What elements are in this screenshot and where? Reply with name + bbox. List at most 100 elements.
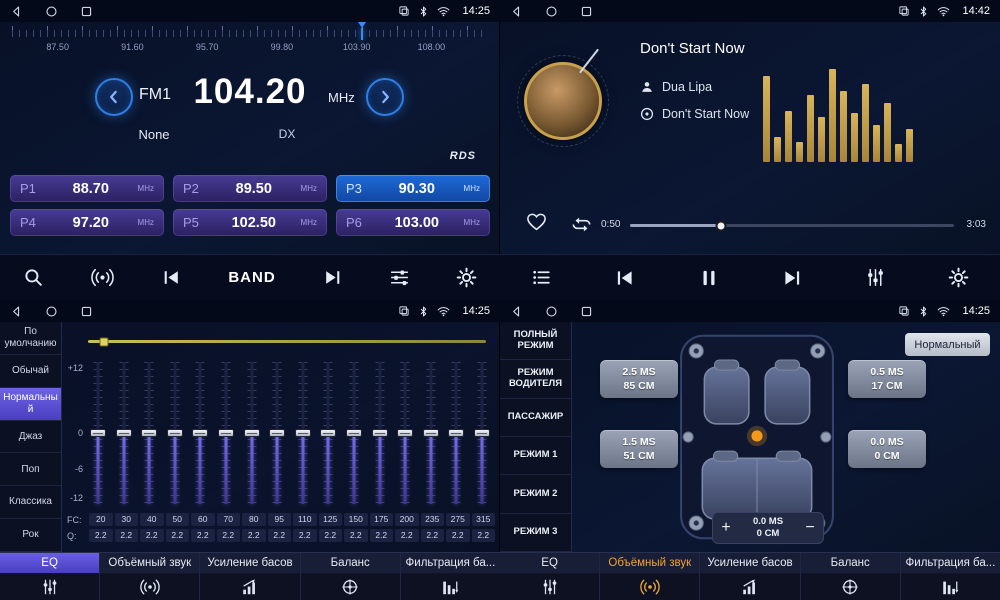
progress-knob[interactable] (715, 220, 726, 231)
audio-settings-button[interactable] (389, 267, 410, 288)
delay-rear-left-button[interactable]: 1.5 MS 51 CM (600, 430, 678, 468)
nav-home-button[interactable] (45, 305, 58, 318)
eq-preset-rock[interactable]: Рок (0, 519, 61, 552)
eq-band-slider[interactable] (293, 362, 313, 504)
eq-preset-pop[interactable]: Поп (0, 453, 61, 486)
delay-front-left-button[interactable]: 2.5 MS 85 CM (600, 360, 678, 398)
preset-p1[interactable]: P1 88.70 MHz (10, 175, 164, 202)
mode-1[interactable]: РЕЖИМ 1 (500, 437, 571, 475)
nav-back-button[interactable] (510, 305, 523, 318)
preset-p5[interactable]: P5 102.50 MHz (173, 209, 327, 236)
eq-preset-custom[interactable]: Обычай (0, 355, 61, 388)
eq-band-slider[interactable] (370, 362, 390, 504)
eq-band-slider[interactable] (139, 362, 159, 504)
delay-decrease-button[interactable]: − (797, 519, 823, 537)
band-button[interactable]: BAND (228, 269, 275, 286)
delay-increase-button[interactable]: + (713, 519, 739, 537)
tune-up-button[interactable] (366, 78, 404, 116)
tab-surround[interactable]: Объёмный звук (600, 553, 700, 600)
eq-slider-knob[interactable] (372, 429, 388, 437)
tab-bass-boost[interactable]: Усиление басов (200, 553, 300, 600)
mode-2[interactable]: РЕЖИМ 2 (500, 475, 571, 513)
nav-home-button[interactable] (45, 5, 58, 18)
next-preset-button[interactable] (322, 267, 343, 288)
eq-slider-knob[interactable] (116, 429, 132, 437)
eq-slider-knob[interactable] (141, 429, 157, 437)
preset-p3[interactable]: P3 90.30 MHz (336, 175, 490, 202)
delay-rear-right-button[interactable]: 0.0 MS 0 CM (848, 430, 926, 468)
nav-back-button[interactable] (510, 5, 523, 18)
eq-slider-knob[interactable] (397, 429, 413, 437)
nav-recents-button[interactable] (580, 305, 593, 318)
frequency-ruler[interactable]: 87.50 91.60 95.70 99.80 103.90 108.00 (12, 26, 488, 60)
tab-eq[interactable]: EQ (500, 553, 600, 600)
eq-band-slider[interactable] (267, 362, 287, 504)
tab-balance[interactable]: Баланс (801, 553, 901, 600)
playlist-button[interactable] (531, 267, 552, 288)
eq-band-slider[interactable] (344, 362, 364, 504)
eq-band-slider[interactable] (165, 362, 185, 504)
search-button[interactable] (23, 267, 44, 288)
eq-preset-normal[interactable]: Нормальный (0, 388, 61, 421)
nav-home-button[interactable] (545, 305, 558, 318)
eq-button[interactable] (865, 267, 886, 288)
mode-3[interactable]: РЕЖИМ 3 (500, 514, 571, 552)
nav-recents-button[interactable] (80, 305, 93, 318)
tab-balance[interactable]: Баланс (301, 553, 401, 600)
eq-band-slider[interactable] (421, 362, 441, 504)
favorite-button[interactable] (526, 212, 547, 231)
tab-eq[interactable]: EQ (0, 553, 100, 600)
nav-home-button[interactable] (545, 5, 558, 18)
tab-filter[interactable]: Фильтрация ба... (401, 553, 500, 600)
eq-band-slider[interactable] (114, 362, 134, 504)
prev-track-button[interactable] (614, 267, 636, 289)
nav-back-button[interactable] (10, 5, 23, 18)
prev-preset-button[interactable] (161, 267, 182, 288)
mode-passenger[interactable]: ПАССАЖИР (500, 399, 571, 437)
eq-preset-default[interactable]: По умолчанию (0, 322, 61, 355)
eq-band-slider[interactable] (446, 362, 466, 504)
tab-bass-boost[interactable]: Усиление басов (700, 553, 800, 600)
nav-recents-button[interactable] (80, 5, 93, 18)
mode-driver[interactable]: РЕЖИМ ВОДИТЕЛЯ (500, 360, 571, 398)
eq-band-slider[interactable] (472, 362, 492, 504)
eq-slider-knob[interactable] (346, 429, 362, 437)
nav-back-button[interactable] (10, 305, 23, 318)
surround-preset-button[interactable]: Нормальный (905, 333, 990, 356)
eq-slider-knob[interactable] (218, 429, 234, 437)
eq-slider-knob[interactable] (295, 429, 311, 437)
eq-slider-knob[interactable] (448, 429, 464, 437)
pause-button[interactable] (698, 267, 720, 289)
tab-surround[interactable]: Объёмный звук (100, 553, 200, 600)
eq-band-slider[interactable] (318, 362, 338, 504)
settings-button[interactable] (948, 267, 969, 288)
eq-band-slider[interactable] (216, 362, 236, 504)
eq-preset-jazz[interactable]: Джаз (0, 421, 61, 454)
eq-slider-knob[interactable] (167, 429, 183, 437)
progress-bar[interactable] (630, 224, 954, 227)
preset-p2[interactable]: P2 89.50 MHz (173, 175, 327, 202)
eq-slider-knob[interactable] (192, 429, 208, 437)
eq-preset-classic[interactable]: Классика (0, 486, 61, 519)
nav-recents-button[interactable] (580, 5, 593, 18)
next-track-button[interactable] (781, 267, 803, 289)
eq-slider-knob[interactable] (90, 429, 106, 437)
eq-slider-knob[interactable] (474, 429, 490, 437)
delay-front-right-button[interactable]: 0.5 MS 17 CM (848, 360, 926, 398)
settings-button[interactable] (456, 267, 477, 288)
master-level-knob[interactable] (99, 337, 108, 346)
tab-filter[interactable]: Фильтрация ба... (901, 553, 1000, 600)
eq-band-slider[interactable] (190, 362, 210, 504)
eq-slider-knob[interactable] (423, 429, 439, 437)
eq-slider-knob[interactable] (320, 429, 336, 437)
eq-band-slider[interactable] (88, 362, 108, 504)
eq-slider-knob[interactable] (244, 429, 260, 437)
master-level-slider[interactable] (88, 340, 486, 343)
eq-band-slider[interactable] (395, 362, 415, 504)
eq-band-slider[interactable] (242, 362, 262, 504)
preset-p4[interactable]: P4 97.20 MHz (10, 209, 164, 236)
preset-p6[interactable]: P6 103.00 MHz (336, 209, 490, 236)
mode-full[interactable]: ПОЛНЫЙ РЕЖИМ (500, 322, 571, 360)
repeat-button[interactable] (570, 213, 593, 236)
eq-slider-knob[interactable] (269, 429, 285, 437)
